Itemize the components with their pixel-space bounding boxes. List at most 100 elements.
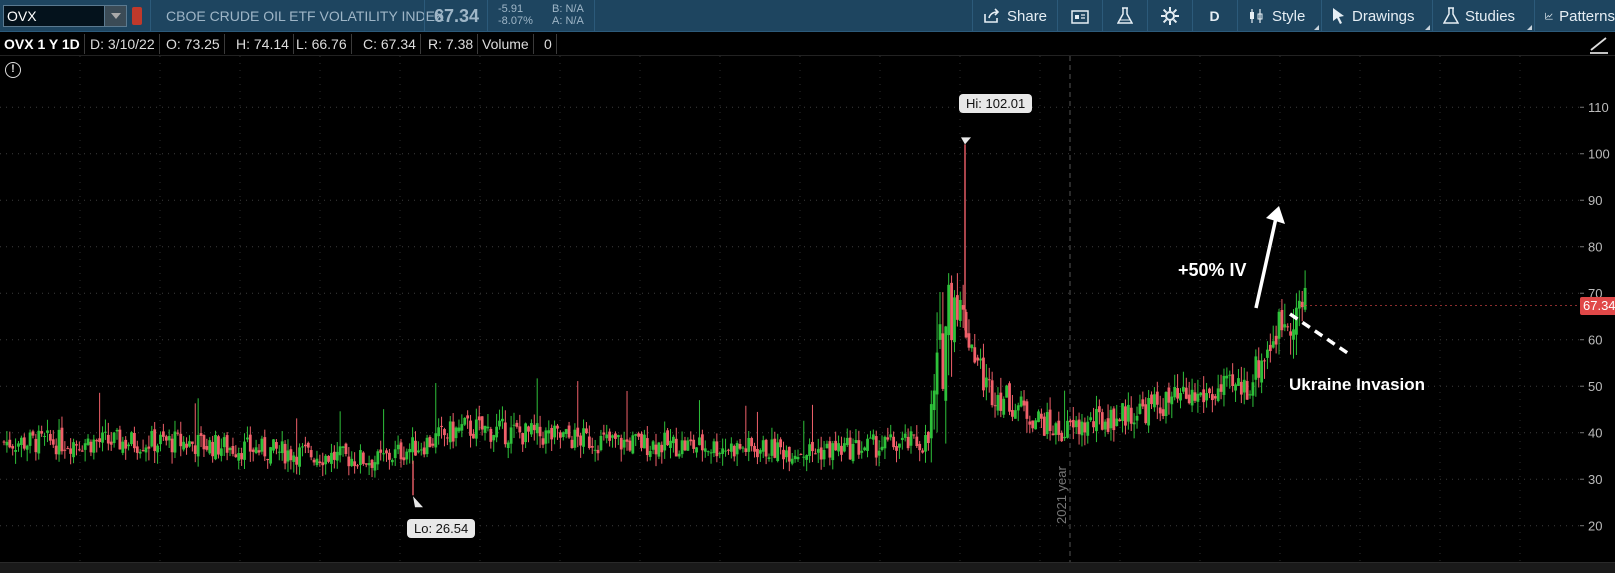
candle-body xyxy=(1187,394,1191,404)
studies-button[interactable]: Studies xyxy=(1432,0,1534,32)
candle-body xyxy=(330,452,333,464)
time-axis-strip[interactable] xyxy=(0,562,1615,573)
percent-change-value: -8.07% xyxy=(498,15,533,27)
candle-body xyxy=(744,448,748,452)
candle-body xyxy=(596,449,600,454)
calendar-button[interactable] xyxy=(1057,0,1101,32)
candle-body xyxy=(257,450,261,453)
aggregation-button[interactable]: D xyxy=(1192,0,1236,32)
candle-body xyxy=(660,444,664,453)
candle-body xyxy=(1100,412,1104,430)
candle-body xyxy=(393,449,397,459)
candle-body xyxy=(921,450,924,453)
candle-body xyxy=(724,450,727,452)
candle-body xyxy=(214,435,217,460)
candle-body xyxy=(1013,410,1017,419)
scale-icon[interactable] xyxy=(1582,33,1612,55)
candle-body xyxy=(179,433,183,447)
candle-body xyxy=(906,436,910,449)
candle-body xyxy=(871,434,875,440)
style-icon xyxy=(1250,9,1263,23)
candle-body xyxy=(912,434,916,436)
cursor-icon xyxy=(1333,8,1344,24)
candle-body xyxy=(567,425,571,438)
candle-body xyxy=(361,452,365,464)
chart-symbol-period[interactable]: OVX 1 Y 1D xyxy=(0,34,85,54)
candle-body xyxy=(359,450,362,466)
candle-body xyxy=(524,423,527,443)
patterns-button[interactable]: Patterns xyxy=(1534,0,1615,32)
candle-body xyxy=(480,416,484,430)
candle-body xyxy=(164,436,168,441)
price-chart[interactable]: 2021 year xyxy=(0,56,1580,562)
share-icon xyxy=(984,8,1000,23)
candle-body xyxy=(57,429,61,455)
candle-body xyxy=(159,434,162,445)
candle-body xyxy=(385,450,388,454)
candle-body xyxy=(848,437,852,460)
candle-body xyxy=(5,441,9,446)
candle-body xyxy=(532,424,536,431)
candle-body xyxy=(237,453,241,461)
alert-icon[interactable]: ! xyxy=(5,62,21,78)
candle-body xyxy=(121,441,125,453)
candle-body xyxy=(2,441,6,443)
candle-body xyxy=(54,445,58,455)
quote-info-bar: OVX 1 Y 1D D: 3/10/22 O: 73.25 H: 74.14 … xyxy=(0,32,1615,56)
candle-body xyxy=(669,440,672,448)
candle-body xyxy=(69,448,73,454)
candle-body xyxy=(396,444,400,450)
candle-body xyxy=(335,451,339,461)
candle-body xyxy=(246,437,249,440)
candle-body xyxy=(434,433,438,448)
candle-body xyxy=(1008,383,1011,412)
candle-body xyxy=(982,357,985,391)
candle-body xyxy=(43,435,46,437)
candle-body xyxy=(1155,391,1159,405)
thinkback-button[interactable] xyxy=(1102,0,1146,32)
chart-canvas[interactable]: 2021 year xyxy=(0,56,1580,562)
candle-body xyxy=(37,430,41,454)
candle-body xyxy=(1060,432,1064,442)
candle-body xyxy=(437,427,441,437)
candle-body xyxy=(1063,436,1066,439)
net-change: -5.91 -8.07% xyxy=(498,3,533,27)
candle-body xyxy=(1034,420,1038,430)
settings-button[interactable] xyxy=(1147,0,1191,32)
drawings-button[interactable]: Drawings xyxy=(1321,0,1432,32)
candle-body xyxy=(787,446,791,462)
candle-body xyxy=(1295,307,1298,335)
candle-body xyxy=(834,440,838,451)
candle-body xyxy=(1199,392,1203,396)
candle-body xyxy=(648,450,652,457)
share-button[interactable]: Share xyxy=(972,0,1056,32)
candle-body xyxy=(1205,393,1208,401)
axis-tick-label: 60 xyxy=(1588,333,1602,348)
candle-body xyxy=(1106,418,1110,432)
ask-value: A: N/A xyxy=(552,15,584,27)
link-color-tag[interactable] xyxy=(132,7,142,25)
high-callout-pointer xyxy=(961,137,971,145)
symbol-input[interactable] xyxy=(7,7,103,25)
candle-body xyxy=(1048,409,1052,431)
candle-body xyxy=(1164,392,1168,417)
candle-body xyxy=(947,284,951,336)
candle-body xyxy=(802,456,806,458)
candle-body xyxy=(1210,394,1214,401)
candle-body xyxy=(303,444,307,447)
candle-body xyxy=(46,430,49,433)
style-button[interactable]: Style xyxy=(1237,0,1321,32)
symbol-dropdown-button[interactable] xyxy=(104,6,126,26)
instrument-description: CBOE CRUDE OIL ETF VOLATILITY INDEX xyxy=(166,8,445,24)
candle-body xyxy=(483,425,487,433)
candle-body xyxy=(1161,409,1165,417)
candle-body xyxy=(767,457,771,459)
candle-body xyxy=(101,432,104,443)
candle-body xyxy=(877,450,881,456)
candle-body xyxy=(712,441,716,454)
candle-body xyxy=(738,443,742,449)
symbol-selector[interactable] xyxy=(3,5,127,27)
candle-body xyxy=(1280,309,1284,331)
candle-body xyxy=(419,449,423,451)
bar-close: C: 67.34 xyxy=(359,34,421,54)
